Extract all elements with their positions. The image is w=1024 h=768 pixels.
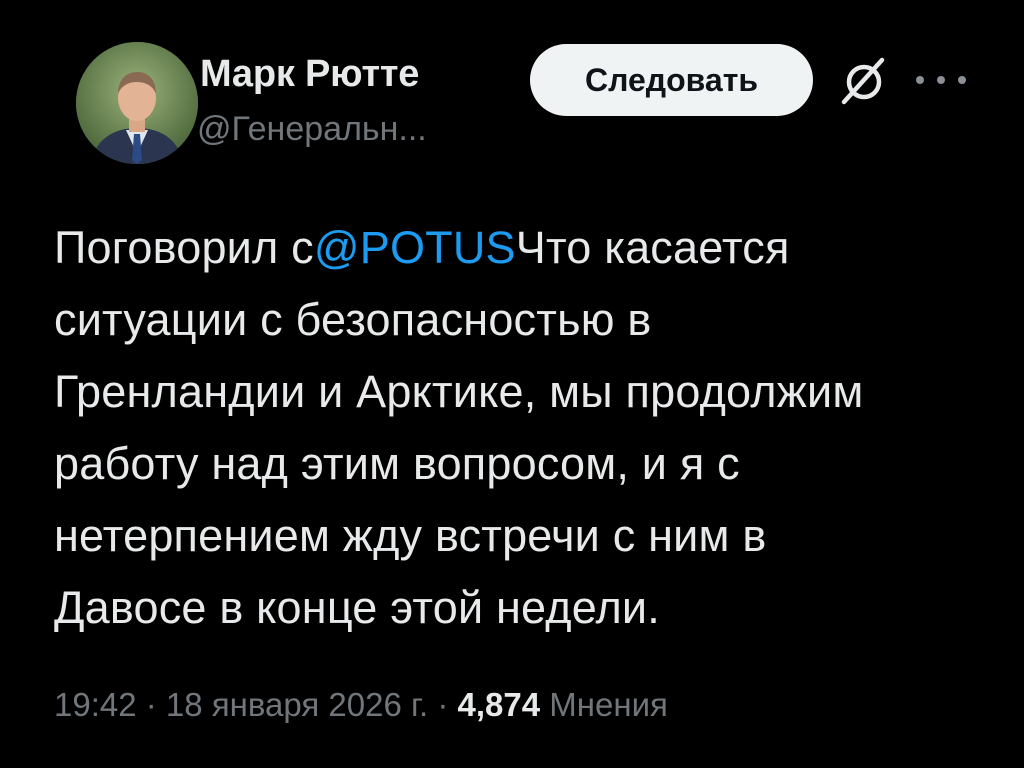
tweet-text: Поговорил с@POTUSЧто касается ситуации с… — [54, 212, 984, 644]
tweet-line-3: Гренландии и Арктике, мы продолжим — [54, 366, 864, 417]
grok-icon[interactable] — [838, 52, 888, 108]
tweet-time[interactable]: 19:42 — [54, 686, 137, 723]
mention-link[interactable]: @POTUS — [314, 222, 516, 273]
tweet-meta: 19:42 · 18 января 2026 г. · 4,874 Мнения — [54, 686, 668, 724]
tweet-line-5: нетерпением жду встречи с ним в — [54, 510, 767, 561]
tweet-text-fragment: Поговорил с — [54, 222, 314, 273]
author-name[interactable]: Марк Рютте — [200, 53, 419, 96]
profile-photo — [76, 42, 198, 164]
views-label: Мнения — [549, 686, 668, 723]
tweet-line-1: Поговорил с@POTUSЧто касается — [54, 212, 984, 284]
tweet-text-fragment: Что касается — [515, 222, 790, 273]
tweet-date[interactable]: 18 января 2026 г. — [166, 686, 428, 723]
more-options-icon[interactable] — [916, 70, 966, 90]
tweet-line-2: ситуации с безопасностью в — [54, 294, 652, 345]
more-dot — [937, 76, 945, 84]
tweet-line-6: Давосе в конце этой недели. — [54, 582, 660, 633]
avatar[interactable] — [76, 42, 198, 164]
more-dot — [958, 76, 966, 84]
meta-separator: · — [136, 686, 166, 723]
views-count: 4,874 — [457, 686, 541, 723]
meta-separator: · — [428, 686, 458, 723]
tweet-line-4: работу над этим вопросом, и я с — [54, 438, 740, 489]
author-handle[interactable]: @Генеральн... — [197, 110, 427, 149]
more-dot — [916, 76, 924, 84]
grok-slash-icon — [841, 57, 885, 105]
follow-button[interactable]: Следовать — [530, 44, 813, 116]
